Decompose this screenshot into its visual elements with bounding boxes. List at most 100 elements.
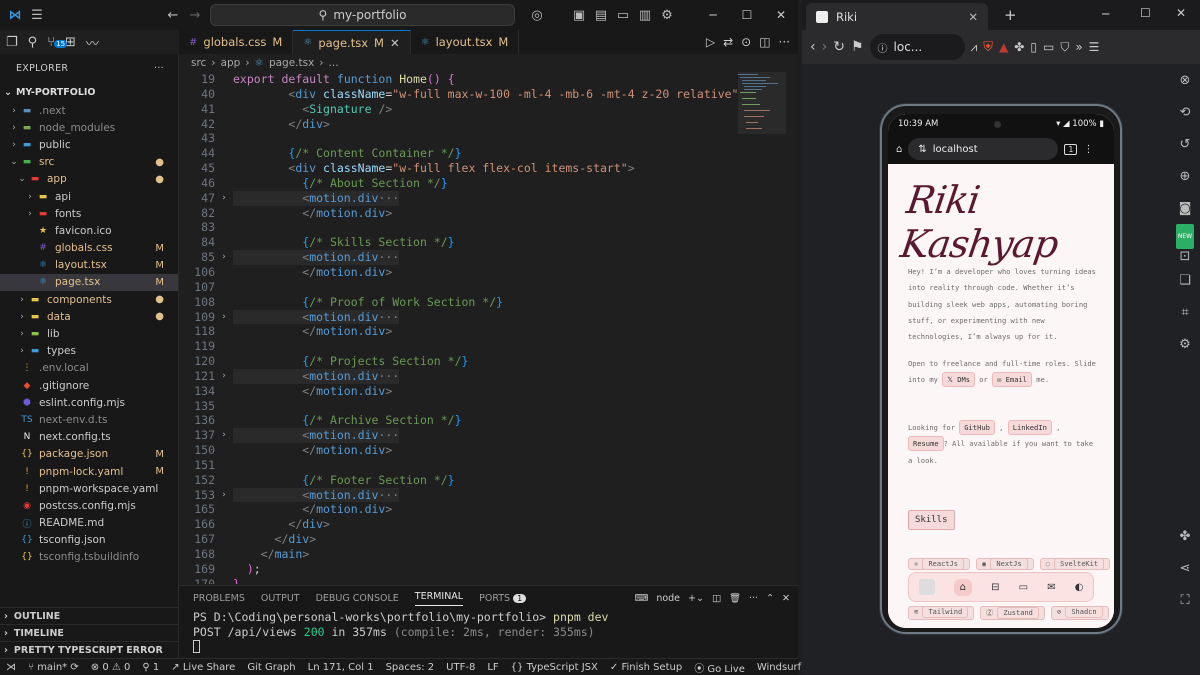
branch-item[interactable]: ⑂ main* ⟳ [28,662,79,673]
tree-item[interactable]: ! pnpm-lock.yaml M [0,463,178,480]
tree-item[interactable]: › ▬ node_modules [0,119,178,136]
compare-changes-icon[interactable]: ⇄ [723,35,733,49]
explorer-files-icon[interactable]: ❐ [6,35,18,50]
tree-item[interactable]: # globals.css M [0,240,178,257]
new-feature-icon[interactable]: NEW ⊡ [1175,224,1195,264]
breadcrumb-symbol[interactable]: ... [329,57,339,69]
problems-item[interactable]: ⊗ 0 ⚠ 0 [91,662,131,673]
tab-problems[interactable]: PROBLEMS [193,593,245,604]
rotate-ccw-icon[interactable]: ↺ [1180,128,1191,160]
sidebar-icon[interactable]: ▯ [1030,40,1037,54]
tree-item[interactable]: › ▬ lib [0,325,178,342]
close-button[interactable]: ✕ [764,0,798,30]
more-actions-icon[interactable]: ··· [154,63,164,74]
fold-chevron-icon[interactable]: › [215,310,233,325]
archive-icon[interactable]: ⊟ [991,582,999,593]
windsurf-icon[interactable]: 〰 [86,33,99,52]
forward-icon[interactable]: › [822,39,828,55]
tree-item[interactable]: ⌄ ▬ app ● [0,171,178,188]
new-terminal-icon[interactable]: +⌄ [688,593,704,604]
rotate-icon[interactable]: ⟲ [1180,96,1191,128]
phone-url-field[interactable]: ⇅ localhost [908,138,1059,160]
vpn-icon[interactable]: ⛉ [1060,40,1069,55]
settings-icon[interactable]: ⚙ [1179,328,1191,360]
linkedin-link[interactable]: LinkedIn [1007,420,1052,435]
site-info-icon[interactable]: ⓘ [878,40,888,55]
puzzle-icon[interactable]: ✤ [1180,520,1191,552]
fold-chevron-icon[interactable]: › [215,488,233,503]
terminal-output[interactable]: PS D:\Coding\personal-works\portfolio\my… [179,610,798,653]
bookmark-icon[interactable]: ⚑ [851,39,864,55]
tree-item[interactable]: › ▬ api [0,188,178,205]
share-icon[interactable]: ⋖ [1180,552,1191,584]
cursor-position[interactable]: Ln 171, Col 1 [308,662,374,673]
tree-item[interactable]: › ▬ data ● [0,308,178,325]
tab-page-tsx[interactable]: ⚛ page.tsx M ✕ [293,30,411,54]
tree-item[interactable]: {} tsconfig.tsbuildinfo [0,549,178,566]
reload-icon[interactable]: ↻ [833,39,845,55]
minimize-button[interactable]: ─ [1102,7,1109,21]
tree-item[interactable]: ⋮ .env.local [0,360,178,377]
close-button[interactable]: ✕ [1176,6,1186,20]
mail-icon[interactable]: ✉ [1047,582,1055,593]
breadcrumb-app[interactable]: app [221,57,241,69]
tree-item[interactable]: ! pnpm-workspace.yaml [0,480,178,497]
terminal-shell-name[interactable]: node [656,593,680,604]
more-icon[interactable]: » [1075,40,1082,54]
brave-shields-icon[interactable]: ⛨ [983,40,993,55]
tree-item[interactable]: ⬢ eslint.config.mjs [0,394,178,411]
indentation[interactable]: Spaces: 2 [386,662,435,673]
tree-item[interactable]: ⚛ layout.tsx M [0,257,178,274]
tab-ports[interactable]: PORTS 1 [479,593,527,604]
palette-icon[interactable]: ◐ [1075,582,1084,593]
inspect-icon[interactable]: ⌗ [1181,296,1188,328]
tab-layout-tsx[interactable]: ⚛ layout.tsx M [410,30,520,54]
ports-item[interactable]: ⚲ 1 [142,662,159,673]
tab-debug-console[interactable]: DEBUG CONSOLE [316,593,399,604]
tree-item[interactable]: Nnext.config.ts [0,429,178,446]
maximize-panel-icon[interactable]: ⌃ [766,593,774,604]
forward-arrow-icon[interactable]: → [184,4,206,26]
copilot-icon[interactable]: ◎ [526,4,548,26]
tab-globals-css[interactable]: # globals.css M [179,30,294,54]
fold-chevron-icon[interactable]: › [215,250,233,265]
close-tab-icon[interactable]: ✕ [390,36,400,50]
tree-item[interactable]: ★ favicon.ico [0,222,178,239]
toggle-panel-icon[interactable]: ▭ [612,4,634,26]
pretty-ts-error-panel[interactable]: › PRETTY TYPESCRIPT ERROR [0,641,179,658]
tabs-count[interactable]: 1 [1064,143,1078,155]
overflow-menu-icon[interactable]: ⋮ [1083,144,1093,155]
tree-item[interactable]: › ▬ fonts [0,205,178,222]
minimap[interactable] [738,72,786,152]
tree-item[interactable]: {} package.json M [0,446,178,463]
maximize-button[interactable]: ☐ [1140,6,1151,20]
tab-output[interactable]: OUTPUT [261,593,300,604]
close-tab-icon[interactable]: ✕ [968,10,978,24]
go-live-item[interactable]: ⦿ Go Live [694,660,745,675]
minimize-button[interactable]: ─ [696,0,730,30]
fold-chevron-icon[interactable]: › [215,191,233,206]
tree-item[interactable]: ⌄ ▬ src ● [0,154,178,171]
open-changes-icon[interactable]: ⊙ [741,35,751,49]
live-share-item[interactable]: ↗ Live Share [171,662,235,673]
tree-item[interactable]: ⓘ README.md [0,515,178,532]
split-terminal-icon[interactable]: ◫ [712,593,721,604]
folder-icon[interactable]: ▭ [1019,582,1028,593]
avatar[interactable] [918,579,935,595]
fold-chevron-icon[interactable]: › [215,428,233,443]
breadcrumb-file[interactable]: page.tsx [269,57,314,69]
tree-item[interactable]: ◆ .gitignore [0,377,178,394]
finish-setup-item[interactable]: ✓ Finish Setup [610,662,682,673]
close-panel-icon[interactable]: ✕ [782,593,790,604]
toggle-secondary-sidebar-icon[interactable]: ▥ [634,4,656,26]
home-icon[interactable]: ⌂ [896,144,902,155]
extensions-icon[interactable]: ✤ [1014,40,1024,54]
home-icon[interactable]: ⌂ [953,578,973,596]
run-icon[interactable]: ▷ [706,35,715,49]
end-of-line[interactable]: LF [487,662,498,673]
brave-rewards-icon[interactable]: ▲ [999,40,1008,54]
fold-chevron-icon[interactable]: › [215,369,233,384]
back-icon[interactable]: ‹ [810,39,816,55]
tree-item[interactable]: › ▬ public [0,136,178,153]
search-icon[interactable]: ⚲ [28,35,38,50]
